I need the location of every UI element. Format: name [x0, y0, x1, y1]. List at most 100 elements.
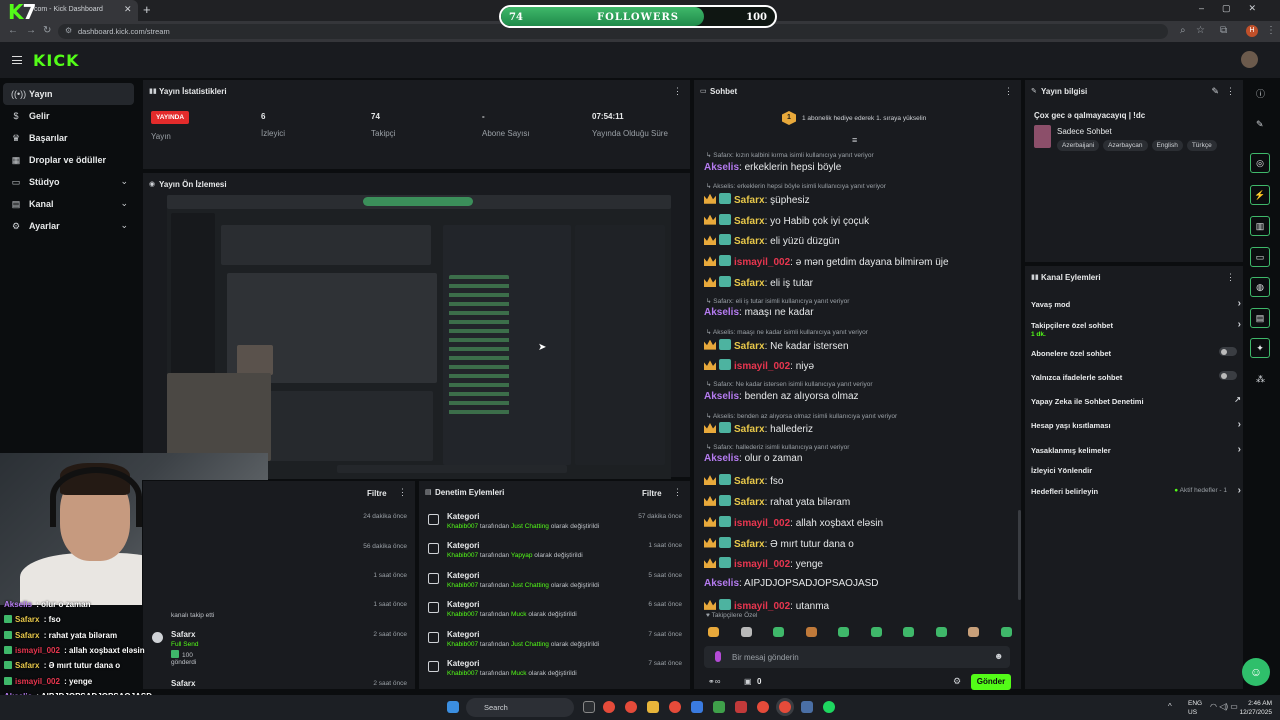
emote-icon[interactable] [708, 627, 719, 637]
emote-icon[interactable] [870, 627, 882, 637]
sidebar-item-ayarlar[interactable]: ⚙ Ayarlar ⌄ [3, 215, 134, 237]
help-chat-button[interactable]: ☺ [1242, 658, 1270, 686]
emote-icon[interactable] [805, 627, 817, 637]
chat-scrollbar[interactable] [1018, 510, 1021, 600]
channel-action-row[interactable]: Hesap yaşı kısıtlaması › [1031, 419, 1241, 430]
sidebar-item-yayin[interactable]: ((•)) Yayın [3, 83, 134, 105]
chat-message[interactable]: Akselis: benden az alıyorsa olmaz [704, 391, 859, 402]
emote-icon[interactable] [773, 627, 784, 637]
chat-username[interactable]: Safarx [734, 216, 765, 227]
chat-username[interactable]: Akselis [704, 391, 739, 402]
sidebar-item-gelir[interactable]: $ Gelir [3, 105, 134, 127]
chat-username[interactable]: Safarx [734, 236, 765, 247]
more-options-icon[interactable]: ⋮ [673, 86, 682, 97]
sidebar-item-studyo[interactable]: ▭ Stüdyo ⌄ [3, 171, 134, 193]
chat-message[interactable]: Safarx: eli iş tutar [704, 276, 813, 289]
back-icon[interactable]: ← [8, 25, 18, 36]
wrench-icon[interactable]: ✦ [1250, 338, 1270, 358]
edit-icon[interactable]: ✎ [1211, 86, 1219, 97]
taskbar-search[interactable]: Search [466, 698, 574, 717]
chat-message[interactable]: Safarx: şüphesiz [704, 192, 810, 206]
steam-icon[interactable] [801, 701, 813, 713]
stream-preview-video[interactable]: ➤ [167, 195, 671, 479]
chat-username[interactable]: Akselis [704, 162, 739, 173]
start-icon[interactable] [447, 701, 459, 713]
channel-action-row[interactable]: İzleyici Yönlendir [1031, 466, 1241, 475]
new-tab-icon[interactable]: + [143, 2, 151, 17]
chat-message[interactable]: ismayil_002: utanma [704, 598, 829, 612]
profile-icon[interactable]: H [1246, 25, 1258, 37]
emote-icon[interactable] [740, 627, 752, 637]
chat-username[interactable]: Safarx [734, 341, 765, 352]
chat-message[interactable]: Akselis: olur o zaman [704, 453, 802, 464]
lightning-icon[interactable]: ⚡ [1250, 185, 1270, 205]
list-icon[interactable]: ▤ [1250, 308, 1270, 328]
chat-username[interactable]: ismayil_002 [734, 559, 790, 570]
emote-icon[interactable] [838, 627, 849, 637]
chat-username[interactable]: Akselis [704, 453, 739, 464]
emote-icon[interactable] [968, 627, 979, 637]
chrome-icon[interactable] [669, 701, 681, 713]
chat-message[interactable]: Safarx: hallederiz [704, 422, 813, 435]
task-view-icon[interactable] [583, 701, 595, 713]
chat-username[interactable]: Akselis [704, 578, 739, 589]
info-icon[interactable]: ⓘ [1256, 87, 1265, 100]
sidebar-item-kanal[interactable]: ▤ Kanal ⌄ [3, 193, 134, 215]
browser-menu-icon[interactable]: ⋮ [1266, 25, 1276, 36]
chrome-icon[interactable] [625, 701, 637, 713]
store-icon[interactable] [691, 701, 703, 713]
extensions-icon[interactable]: ⧉ [1220, 25, 1227, 36]
hamburger-menu-icon[interactable] [12, 56, 22, 64]
chrome-icon[interactable] [757, 701, 769, 713]
chat-message[interactable]: Akselis: erkeklerin hepsi böyle [704, 162, 841, 173]
chat-username[interactable]: Safarx [734, 195, 765, 206]
chat-message[interactable]: Safarx: eli yüzü düzgün [704, 234, 840, 247]
chat-username[interactable]: ismayil_002 [734, 257, 790, 268]
toggle-switch[interactable] [1219, 347, 1237, 356]
close-tab-icon[interactable]: ✕ [124, 4, 132, 15]
emote-icon[interactable] [935, 627, 947, 637]
toggle-switch[interactable] [1219, 371, 1237, 380]
chat-message[interactable]: ismayil_002: niyə [704, 359, 814, 372]
channel-action-row[interactable]: Takipçilere özel sohbet 1 dk. › [1031, 319, 1241, 338]
pinned-collapse-icon[interactable]: ≡ [852, 135, 857, 145]
chat-settings-icon[interactable]: ⚙ [953, 676, 961, 687]
more-options-icon[interactable]: ⋮ [1226, 272, 1235, 283]
chat-username[interactable]: ismayil_002 [734, 601, 790, 612]
add-widget-icon[interactable]: ⁂ [1256, 374, 1265, 385]
channel-action-row[interactable]: Abonelere özel sohbet [1031, 347, 1241, 358]
app-icon[interactable] [735, 701, 747, 713]
emoji-icon[interactable]: ☻ [994, 651, 1003, 661]
file-explorer-icon[interactable] [647, 701, 659, 713]
chat-username[interactable]: Akselis [704, 307, 739, 318]
filter-button[interactable]: Filtre [642, 489, 662, 498]
kick-logo[interactable]: KICK [33, 51, 80, 70]
chrome-icon-active[interactable] [779, 701, 791, 713]
user-avatar[interactable] [1241, 51, 1258, 68]
chat-message[interactable]: Safarx: Ə mırt tutur dana o [704, 536, 854, 550]
more-options-icon[interactable]: ⋮ [1004, 86, 1013, 97]
chat-message[interactable]: ismayil_002: ə mən getdim dayana bilmirə… [704, 255, 949, 268]
chat-username[interactable]: ismayil_002 [734, 361, 790, 372]
chat-message[interactable]: Akselis: AIPJDJOPSADJOPSAOJASD [704, 578, 879, 589]
chat-bubble-icon[interactable]: ▭ [1250, 247, 1270, 267]
filter-button[interactable]: Filtre [367, 489, 387, 498]
chat-message[interactable]: Safarx: rahat yata biləram [704, 494, 850, 508]
taskbar-clock[interactable]: 2:46 AM 12/27/2025 [1239, 699, 1272, 717]
chat-username[interactable]: Safarx [734, 476, 765, 487]
language-indicator[interactable]: ENG US [1188, 699, 1202, 717]
chat-message[interactable]: ismayil_002: allah xoşbaxt eləsin [704, 515, 883, 529]
more-options-icon[interactable]: ⋮ [673, 487, 682, 498]
microphone-icon[interactable] [715, 651, 721, 662]
sidebar-item-droplar[interactable]: ▦ Droplar ve ödüller [3, 149, 134, 171]
chat-username[interactable]: Safarx [734, 424, 765, 435]
site-info-icon[interactable]: ⚙ [65, 26, 72, 35]
chat-username[interactable]: Safarx [734, 497, 765, 508]
app-icon[interactable] [713, 701, 725, 713]
channel-action-row[interactable]: Hedefleri belirleyin ● Aktif hedefler - 1… [1031, 485, 1241, 496]
reload-icon[interactable]: ↻ [43, 25, 51, 36]
chat-username[interactable]: Safarx [734, 539, 765, 550]
chat-message[interactable]: Safarx: yo Habib çok iyi çoçuk [704, 213, 869, 227]
spotify-icon[interactable] [823, 701, 835, 713]
sidebar-item-basarilar[interactable]: ♛ Başarılar [3, 127, 134, 149]
